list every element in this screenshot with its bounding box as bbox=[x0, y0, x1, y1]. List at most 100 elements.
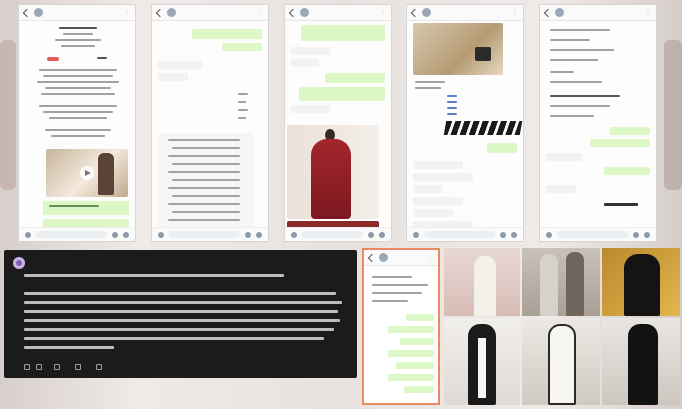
more-options-icon[interactable]: ⋮ bbox=[646, 10, 652, 16]
upvote-icon[interactable] bbox=[24, 364, 30, 370]
text-line bbox=[172, 195, 240, 197]
product-photo-black-abaya[interactable] bbox=[602, 318, 680, 405]
text-line bbox=[41, 93, 115, 95]
attachment-icon[interactable] bbox=[500, 231, 506, 238]
text-line bbox=[45, 129, 111, 131]
back-arrow-icon[interactable] bbox=[288, 8, 298, 17]
text-line bbox=[63, 33, 93, 35]
attachment-icon[interactable] bbox=[245, 231, 251, 238]
incoming-message bbox=[546, 153, 582, 161]
product-photo-red-dress[interactable] bbox=[287, 125, 379, 219]
more-options-icon[interactable]: ⋮ bbox=[513, 10, 519, 16]
camera-icon[interactable] bbox=[379, 231, 385, 238]
text-line bbox=[372, 300, 408, 302]
text-line bbox=[550, 105, 610, 107]
text-line bbox=[447, 101, 457, 103]
emoji-icon[interactable] bbox=[291, 231, 297, 238]
camera-icon[interactable] bbox=[256, 231, 262, 238]
outgoing-message bbox=[590, 139, 650, 147]
product-photo-black-white-abaya[interactable] bbox=[444, 318, 520, 405]
text-line bbox=[372, 292, 422, 294]
product-video-thumbnail[interactable] bbox=[46, 149, 128, 197]
emoji-icon[interactable] bbox=[25, 231, 31, 238]
message-input[interactable] bbox=[557, 231, 628, 238]
more-options-icon[interactable]: ⋮ bbox=[428, 255, 434, 261]
text-line bbox=[550, 95, 620, 97]
incoming-message bbox=[291, 47, 331, 55]
comment-text-line bbox=[24, 328, 334, 331]
avatar[interactable] bbox=[13, 257, 25, 269]
red-label bbox=[47, 57, 59, 61]
comment-actions bbox=[24, 364, 105, 370]
text-line bbox=[51, 135, 105, 137]
reply-button[interactable] bbox=[54, 364, 63, 370]
incoming-message bbox=[546, 185, 576, 193]
product-photo-black-gold-abaya[interactable] bbox=[602, 248, 680, 316]
text-line bbox=[372, 284, 428, 286]
chat-body bbox=[285, 21, 391, 229]
product-photo-grey-abaya[interactable] bbox=[522, 248, 600, 316]
more-options-icon[interactable]: ⋮ bbox=[125, 10, 131, 16]
message-input[interactable] bbox=[302, 231, 363, 238]
more-options-icon[interactable]: ⋮ bbox=[381, 10, 387, 16]
chat-body bbox=[19, 21, 135, 229]
camera-icon[interactable] bbox=[644, 231, 650, 238]
text-line bbox=[372, 276, 412, 278]
back-arrow-icon[interactable] bbox=[410, 8, 420, 17]
model-figure bbox=[628, 324, 658, 405]
incoming-message bbox=[413, 173, 473, 181]
more-options-icon[interactable]: ⋮ bbox=[258, 10, 264, 16]
comment-text-line bbox=[24, 346, 114, 349]
outgoing-message bbox=[487, 143, 517, 153]
product-photo-pink-abaya[interactable] bbox=[444, 248, 520, 316]
model-figure bbox=[540, 254, 558, 316]
award-button[interactable] bbox=[75, 364, 84, 370]
camera-icon[interactable] bbox=[511, 231, 517, 238]
comment-text-line bbox=[24, 292, 336, 295]
incoming-message bbox=[291, 59, 319, 67]
comment-text-line bbox=[24, 274, 284, 277]
contact-avatar bbox=[422, 8, 431, 17]
highlighted-chat-screenshot: ⋮ bbox=[362, 248, 440, 405]
product-photo-white-black-abaya[interactable] bbox=[522, 318, 600, 405]
emoji-icon[interactable] bbox=[158, 231, 164, 238]
attachment-icon[interactable] bbox=[633, 231, 639, 238]
emoji-icon[interactable] bbox=[413, 231, 419, 238]
incoming-message bbox=[413, 185, 443, 193]
outgoing-message bbox=[301, 25, 385, 41]
text-line bbox=[550, 29, 610, 31]
text-line bbox=[415, 81, 445, 83]
outgoing-message bbox=[388, 326, 434, 333]
text-line bbox=[550, 59, 598, 61]
back-arrow-icon[interactable] bbox=[22, 8, 32, 17]
outgoing-message bbox=[396, 362, 434, 369]
message-input[interactable] bbox=[424, 231, 495, 238]
back-arrow-icon[interactable] bbox=[155, 8, 165, 17]
comment-text-line bbox=[24, 301, 342, 304]
camera-icon[interactable] bbox=[123, 231, 129, 238]
outgoing-message bbox=[604, 167, 650, 175]
back-arrow-icon[interactable] bbox=[367, 253, 377, 262]
share-button[interactable] bbox=[96, 364, 105, 370]
message-composer bbox=[540, 227, 656, 241]
outgoing-message bbox=[404, 386, 434, 393]
attachment-icon[interactable] bbox=[112, 231, 118, 238]
text-line bbox=[168, 139, 240, 141]
back-arrow-icon[interactable] bbox=[543, 8, 553, 17]
contact-avatar bbox=[34, 8, 43, 17]
text-line bbox=[238, 109, 248, 111]
outgoing-message bbox=[325, 73, 385, 83]
downvote-icon[interactable] bbox=[36, 364, 42, 370]
message-input[interactable] bbox=[169, 231, 240, 238]
price-label bbox=[604, 203, 638, 206]
red-dress bbox=[311, 139, 351, 219]
chat-screenshot-1: ⋮ bbox=[18, 4, 136, 242]
text-line bbox=[238, 117, 246, 119]
message-input[interactable] bbox=[36, 231, 107, 238]
emoji-icon[interactable] bbox=[546, 231, 552, 238]
text-line bbox=[168, 203, 240, 205]
incoming-message bbox=[158, 61, 202, 69]
product-photo-beige-abaya[interactable] bbox=[413, 23, 503, 75]
attachment-icon[interactable] bbox=[368, 231, 374, 238]
play-icon[interactable] bbox=[80, 166, 94, 180]
